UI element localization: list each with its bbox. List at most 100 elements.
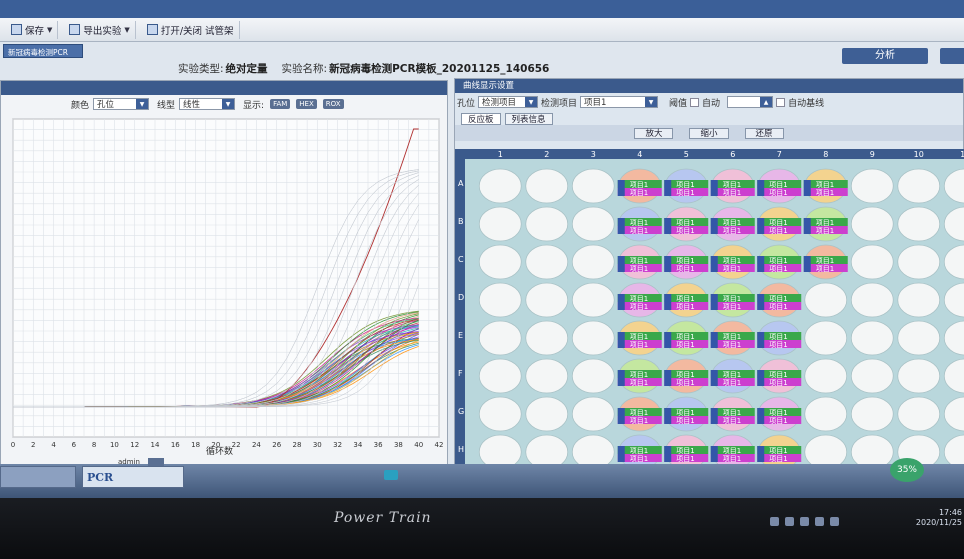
- plate-well[interactable]: 项目1项目1: [617, 168, 662, 204]
- plate-well[interactable]: [804, 320, 848, 356]
- plate-well[interactable]: 项目1项目1: [664, 396, 709, 432]
- taskbar-item[interactable]: [0, 466, 76, 488]
- plate-well[interactable]: [897, 282, 941, 318]
- plate-well[interactable]: 项目1项目1: [617, 244, 662, 280]
- plate-well[interactable]: [525, 244, 569, 280]
- taskbar-pcr-app[interactable]: PCR: [82, 466, 184, 488]
- plate-well[interactable]: 项目1项目1: [617, 358, 662, 394]
- plate-well[interactable]: [804, 282, 848, 318]
- dye-fam-toggle[interactable]: FAM: [270, 99, 291, 109]
- plate-well[interactable]: [804, 396, 848, 432]
- plate-well[interactable]: 项目1项目1: [757, 320, 802, 356]
- plate-well[interactable]: [804, 434, 848, 467]
- restore-button[interactable]: 还原: [744, 127, 784, 139]
- plate-well[interactable]: 项目1项目1: [757, 396, 802, 432]
- plate-well[interactable]: [571, 206, 615, 242]
- plate-well[interactable]: [850, 168, 894, 204]
- chevron-down-icon[interactable]: ▼: [47, 26, 52, 34]
- stepper-icon[interactable]: ▲: [760, 97, 773, 107]
- plate-well[interactable]: [525, 396, 569, 432]
- tray-icon[interactable]: [800, 516, 809, 526]
- plate-well[interactable]: [850, 358, 894, 394]
- zoom-in-button[interactable]: 放大: [634, 127, 674, 139]
- plate-well[interactable]: 项目1项目1: [617, 396, 662, 432]
- tray-icon[interactable]: [815, 516, 824, 526]
- plate-well[interactable]: 项目1项目1: [757, 282, 802, 318]
- plate-well[interactable]: [571, 358, 615, 394]
- plate-well[interactable]: [571, 320, 615, 356]
- threshold-input[interactable]: ▲: [727, 96, 774, 108]
- plate-well[interactable]: 项目1项目1: [710, 358, 755, 394]
- plate-well[interactable]: [478, 320, 522, 356]
- open-close-rack-button[interactable]: 打开/关闭 试管架: [142, 20, 240, 39]
- plate-well[interactable]: 项目1项目1: [710, 396, 755, 432]
- save-button[interactable]: 保存 ▼: [6, 20, 59, 39]
- plate-well[interactable]: [478, 244, 522, 280]
- plate-well[interactable]: [897, 358, 941, 394]
- tray-icon[interactable]: [770, 516, 779, 526]
- plate-well[interactable]: 项目1项目1: [617, 320, 662, 356]
- plate-well[interactable]: 项目1项目1: [664, 320, 709, 356]
- plate-well[interactable]: 项目1项目1: [803, 206, 848, 242]
- well-select[interactable]: 检测项目 ▼: [478, 96, 539, 108]
- plate-well[interactable]: [850, 320, 894, 356]
- plate-well[interactable]: [478, 168, 522, 204]
- plate-well[interactable]: 项目1项目1: [757, 358, 802, 394]
- plate-well[interactable]: [571, 434, 615, 467]
- tab-list-info[interactable]: 列表信息: [504, 113, 553, 125]
- plate-well[interactable]: 项目1项目1: [710, 282, 755, 318]
- dye-rox-toggle[interactable]: ROX: [322, 99, 344, 109]
- plate-well[interactable]: [478, 206, 522, 242]
- line-select[interactable]: 线性 ▼: [179, 98, 236, 110]
- color-select[interactable]: 孔位 ▼: [93, 98, 150, 110]
- plate-well[interactable]: 项目1项目1: [617, 282, 662, 318]
- plate-well[interactable]: 项目1项目1: [757, 244, 802, 280]
- plate-well[interactable]: [804, 358, 848, 394]
- dye-hex-toggle[interactable]: HEX: [296, 99, 317, 109]
- plate-well[interactable]: 项目1项目1: [803, 244, 848, 280]
- plate-well[interactable]: [525, 168, 569, 204]
- chevron-down-icon[interactable]: ▼: [136, 99, 149, 109]
- plate-well[interactable]: [478, 434, 522, 467]
- plate-well[interactable]: [571, 396, 615, 432]
- plate-well[interactable]: 项目1项目1: [664, 282, 709, 318]
- plate-well[interactable]: 项目1项目1: [710, 320, 755, 356]
- plate-well[interactable]: 项目1项目1: [664, 358, 709, 394]
- plate-well[interactable]: 项目1项目1: [710, 244, 755, 280]
- plate-well[interactable]: 项目1项目1: [664, 206, 709, 242]
- plate-well[interactable]: 项目1项目1: [710, 206, 755, 242]
- plate-well[interactable]: [571, 168, 615, 204]
- plate-well[interactable]: [850, 206, 894, 242]
- chevron-down-icon[interactable]: ▼: [222, 99, 235, 109]
- plate-well[interactable]: [525, 206, 569, 242]
- plate-well[interactable]: [850, 396, 894, 432]
- plate-well[interactable]: [850, 244, 894, 280]
- plate-well[interactable]: 项目1项目1: [664, 168, 709, 204]
- tray-icon[interactable]: [785, 516, 794, 526]
- plate-well[interactable]: [478, 358, 522, 394]
- auto-baseline-checkbox[interactable]: [776, 97, 786, 107]
- plate-well[interactable]: 项目1项目1: [664, 244, 709, 280]
- chevron-down-icon[interactable]: ▼: [124, 26, 129, 34]
- taskbar-icon[interactable]: [384, 470, 398, 480]
- tab-reaction-plate[interactable]: 反应板: [461, 113, 501, 125]
- zoom-out-button[interactable]: 缩小: [689, 127, 729, 139]
- plate-well[interactable]: [525, 434, 569, 467]
- plate-well[interactable]: 项目1项目1: [757, 168, 802, 204]
- plate-well[interactable]: [897, 206, 941, 242]
- plate-well[interactable]: [525, 358, 569, 394]
- plate-well[interactable]: [478, 282, 522, 318]
- plate-well[interactable]: 项目1项目1: [757, 206, 802, 242]
- plate-well[interactable]: [525, 320, 569, 356]
- plate-well[interactable]: [571, 282, 615, 318]
- plate-well[interactable]: 项目1项目1: [710, 168, 755, 204]
- chevron-down-icon[interactable]: ▼: [645, 97, 658, 107]
- plate-well[interactable]: 项目1项目1: [803, 168, 848, 204]
- plate-well[interactable]: [525, 282, 569, 318]
- plate-well[interactable]: [897, 168, 941, 204]
- plate-well[interactable]: 项目1项目1: [617, 206, 662, 242]
- plate-well[interactable]: [897, 320, 941, 356]
- document-tab[interactable]: 新冠病毒检测PCR: [3, 44, 83, 58]
- clock[interactable]: 17:46 2020/11/25: [902, 508, 962, 528]
- plate-well[interactable]: [571, 244, 615, 280]
